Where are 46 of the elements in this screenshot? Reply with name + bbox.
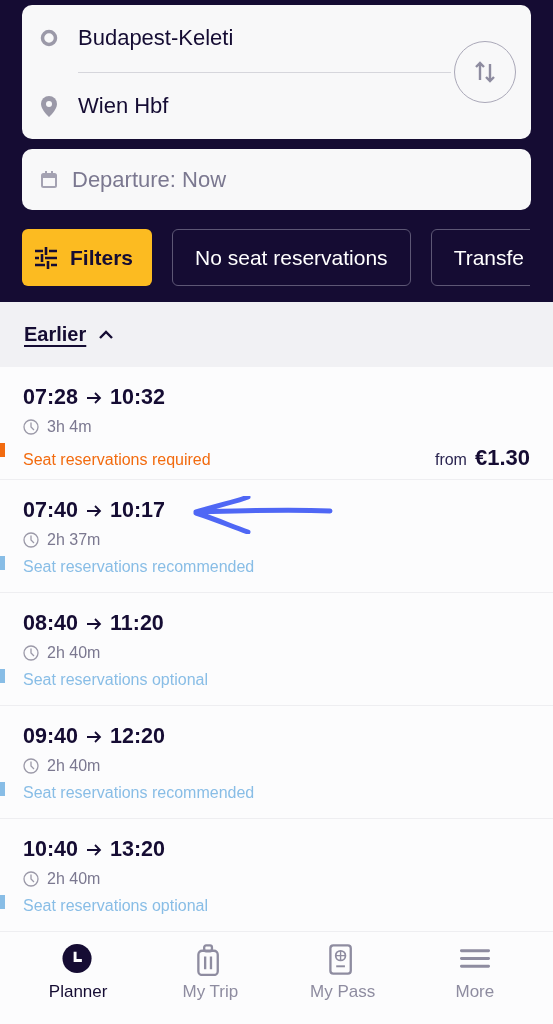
arrow-right-icon [86, 502, 102, 519]
price: €1.30 [474, 445, 530, 471]
destination-station[interactable]: Wien Hbf [78, 92, 169, 119]
arrival-time: 12:20 [110, 724, 165, 749]
filters-button[interactable]: Filters [22, 229, 153, 286]
nav-tab[interactable]: Planner [12, 940, 145, 1024]
earlier-link[interactable]: Earlier [24, 323, 87, 346]
arrow-right-icon [86, 841, 102, 858]
departure-field[interactable]: Departure: Now [22, 149, 531, 210]
departure-time: 09:40 [23, 724, 78, 749]
duration: 2h 40m [47, 757, 101, 775]
price-prefix: from [434, 451, 467, 469]
arrow-right-icon [86, 615, 102, 632]
duration: 2h 37m [47, 531, 101, 549]
departure-time: 07:28 [23, 385, 78, 410]
arrival-time: 13:20 [110, 837, 165, 862]
calendar-icon [40, 170, 58, 189]
clock-icon [23, 758, 39, 774]
clock-icon [23, 419, 39, 435]
location-pin-icon [40, 94, 58, 117]
swap-arrows-icon [474, 60, 496, 84]
arrow-right-icon [86, 389, 102, 406]
clock-icon [23, 871, 39, 887]
reservation-status: Seat reservations required [23, 451, 211, 469]
departure-time: 08:40 [23, 611, 78, 636]
sliders-icon [34, 245, 58, 270]
clock-icon [23, 645, 39, 661]
departure-time: 07:40 [23, 498, 78, 523]
reservation-status: Seat reservations recommended [23, 784, 255, 802]
departure-time: 10:40 [23, 837, 78, 862]
filter-chip[interactable]: Transfe [430, 229, 530, 286]
reservation-status: Seat reservations optional [23, 897, 208, 915]
arrival-time: 10:17 [110, 498, 165, 523]
clock-icon [23, 532, 39, 548]
filter-chip[interactable]: No seat reservations [172, 229, 411, 286]
arrow-right-icon [86, 728, 102, 745]
duration: 2h 40m [47, 870, 101, 888]
reservation-status: Seat reservations recommended [23, 558, 255, 576]
origin-circle-icon [40, 29, 58, 48]
arrival-time: 10:32 [110, 385, 165, 410]
duration: 2h 40m [47, 644, 101, 662]
arrival-time: 11:20 [110, 611, 164, 636]
duration: 3h 4m [47, 418, 92, 436]
clock-icon [62, 944, 95, 976]
origin-station[interactable]: Budapest-Keleti [78, 25, 234, 52]
reservation-status: Seat reservations optional [23, 671, 208, 689]
